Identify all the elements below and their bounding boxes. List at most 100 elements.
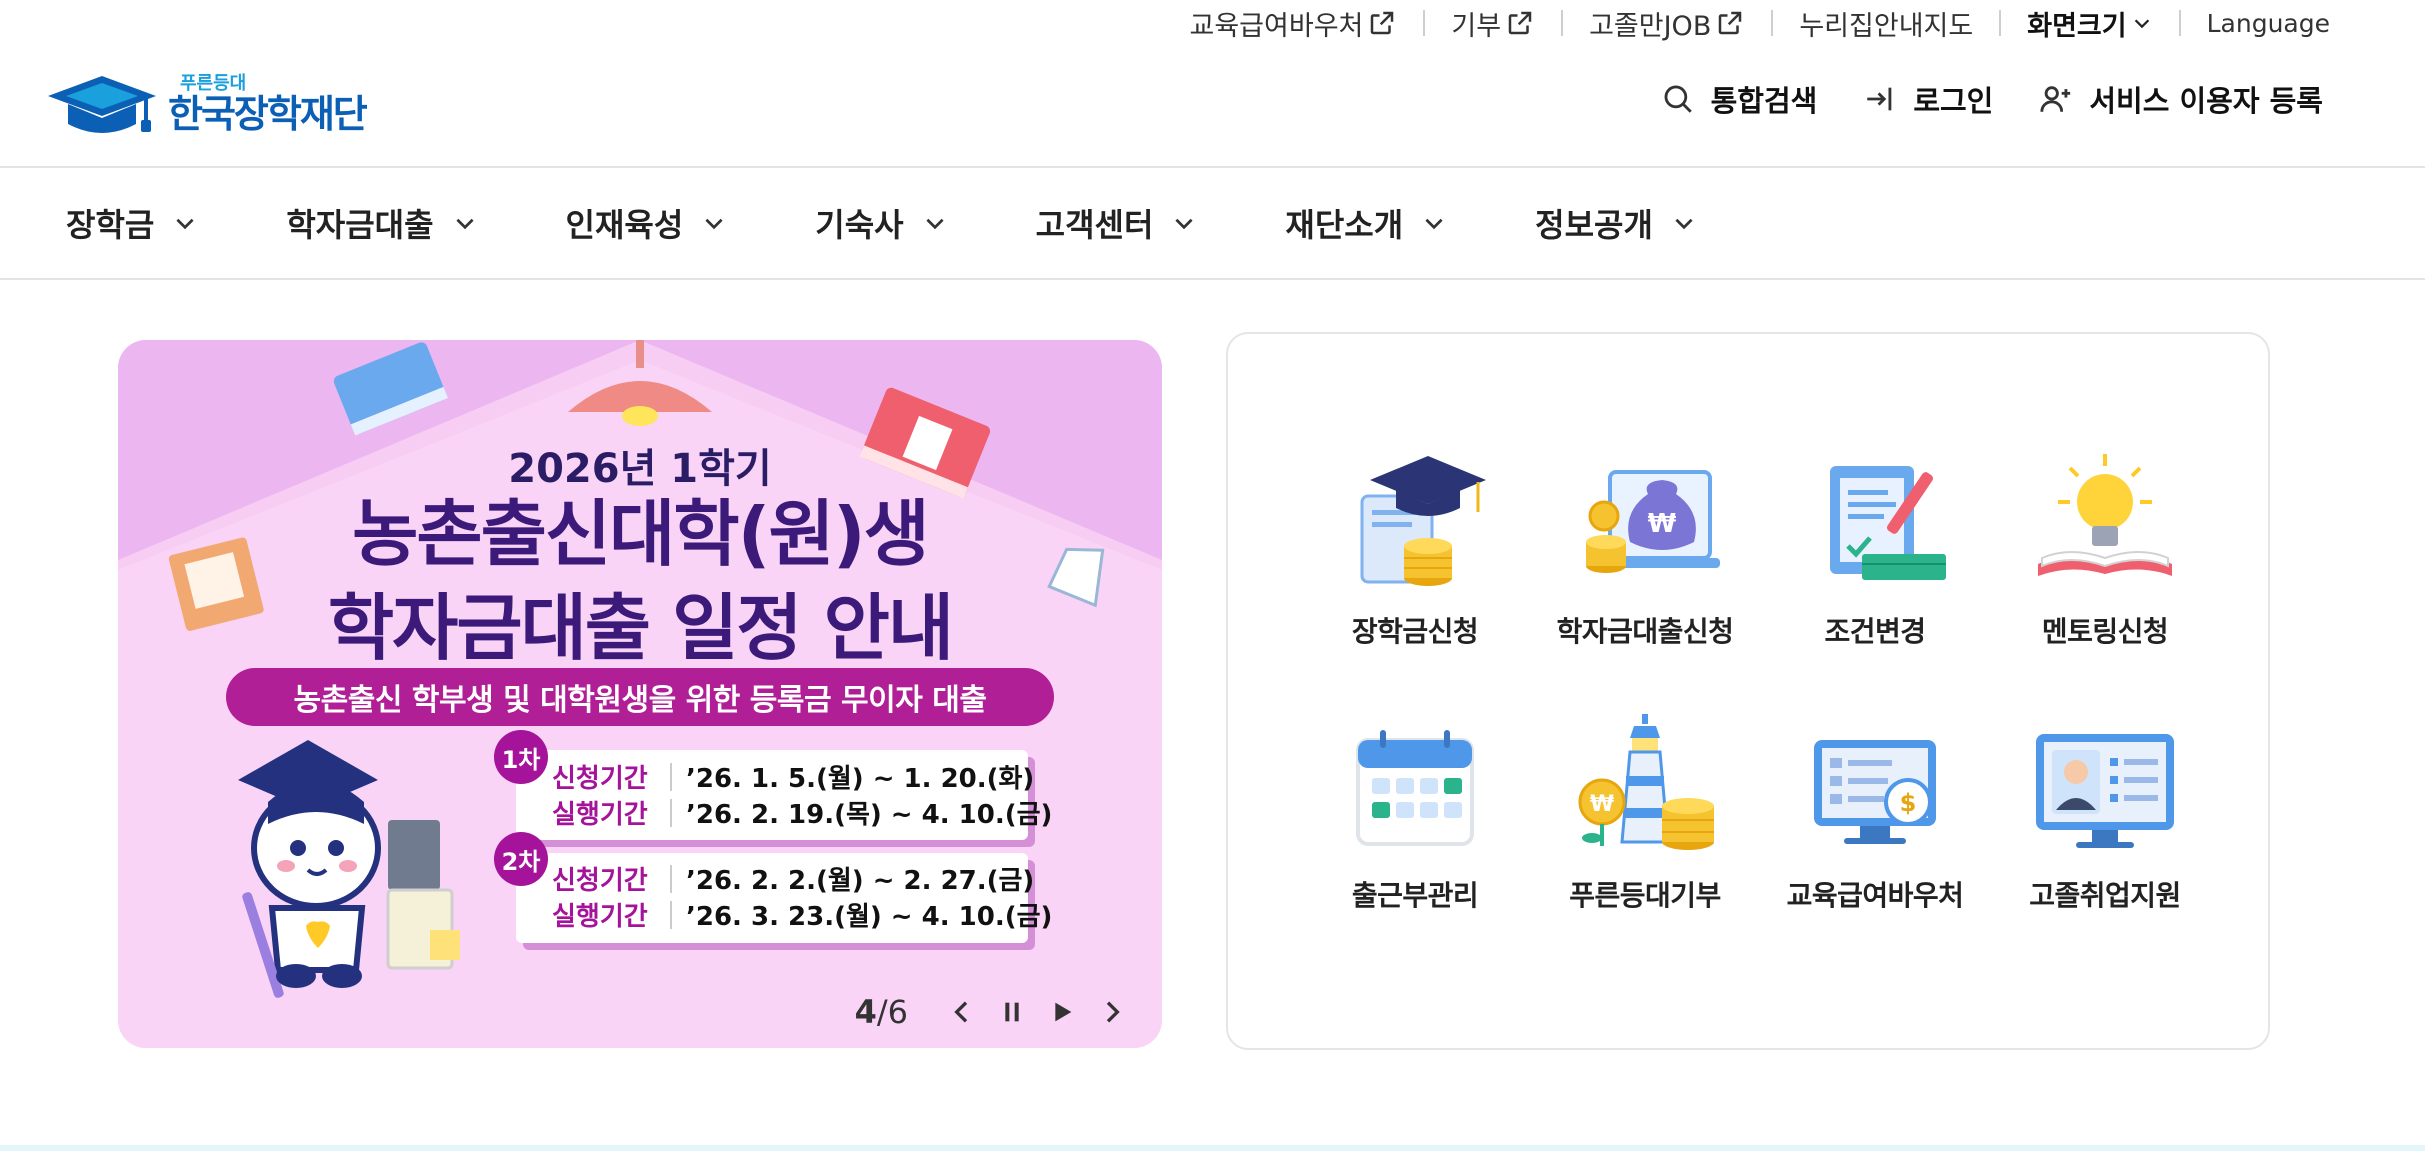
external-link-icon	[1719, 11, 1742, 35]
current-slide: 4	[854, 993, 877, 1031]
chevron-down-icon	[1425, 218, 1443, 230]
graduation-cap-coins-icon	[1360, 456, 1486, 586]
schedule-value: ’26. 2. 2.(월) ~ 2. 27.(금)	[686, 866, 1035, 896]
banner-subtitle-pill: 농촌출신 학부생 및 대학원생을 위한 등록금 무이자 대출	[226, 668, 1054, 726]
svg-text:₩: ₩	[1590, 792, 1614, 817]
main-navigation: 장학금 학자금대출 인재육성 기숙사 고객센터 재단소개 정보공개	[66, 168, 1697, 278]
language-selector[interactable]: Language	[2207, 9, 2330, 38]
login-icon	[1867, 87, 1892, 111]
schedule-divider	[670, 798, 672, 827]
util-link-high-school-job[interactable]: 고졸만JOB	[1589, 4, 1745, 43]
nav-item-label: 학자금대출	[286, 206, 434, 244]
nav-divider	[0, 278, 2425, 280]
nav-item-scholarship[interactable]: 장학금	[66, 200, 198, 246]
quick-scholarship-apply[interactable]: 장학금신청	[1300, 446, 1530, 650]
schedule-label: 실행기간	[552, 800, 648, 830]
nav-item-label: 인재육성	[565, 206, 684, 244]
screen-size-label: 화면크기	[2027, 10, 2127, 42]
quick-menu-label: 학자금대출신청	[1556, 615, 1734, 648]
lighthouse-coins-icon: ₩	[1578, 714, 1714, 850]
quick-high-school-job-support[interactable]: 고졸취업지원	[1990, 710, 2220, 914]
util-separator	[1771, 10, 1774, 36]
banner-title-line2: 학자금대출 일정 안내	[327, 586, 954, 670]
schedule-row: 실행기간 ’26. 3. 23.(월) ~ 4. 10.(금)	[552, 896, 1052, 933]
quick-lighthouse-donation[interactable]: ₩ 푸른등대기부	[1530, 710, 1760, 914]
nav-item-disclosure[interactable]: 정보공개	[1535, 200, 1697, 246]
schedule-divider	[670, 864, 672, 893]
search-label: 통합검색	[1710, 84, 1818, 118]
nav-item-label: 재단소개	[1285, 206, 1404, 244]
profile-monitor-icon	[2036, 734, 2174, 848]
quick-condition-change[interactable]: 조건변경	[1760, 446, 1990, 650]
util-link-education-voucher[interactable]: 교육급여바우처	[1190, 4, 1398, 43]
document-pen-icon	[1830, 466, 1946, 580]
next-slide-icon[interactable]	[1096, 996, 1128, 1028]
chevron-down-icon	[705, 218, 723, 230]
nav-item-label: 정보공개	[1535, 206, 1653, 244]
banner-title-line1: 농촌출신대학(원)생	[352, 492, 930, 576]
quick-mentoring-apply[interactable]: 멘토링신청	[1990, 446, 2220, 650]
schedule-value: ’26. 2. 19.(목) ~ 4. 10.(금)	[686, 800, 1053, 830]
chevron-down-icon	[455, 218, 474, 230]
schedule-divider	[670, 900, 672, 929]
util-link-donation[interactable]: 기부	[1451, 4, 1535, 43]
register-label: 서비스 이용자 등록	[2089, 84, 2323, 118]
schedule-label: 실행기간	[552, 902, 648, 932]
schedule-row: 신청기간 ’26. 2. 2.(월) ~ 2. 27.(금)	[552, 860, 1034, 897]
site-logo[interactable]: 푸른등대 한국장학재단	[46, 64, 386, 144]
prev-slide-icon[interactable]	[946, 996, 978, 1028]
nav-item-label: 고객센터	[1035, 206, 1154, 244]
main-banner-slide[interactable]: 2026년 1학기 농촌출신대학(원)생 학자금대출 일정 안내 농촌출신 학부…	[118, 340, 1162, 1048]
register-button[interactable]: 서비스 이용자 등록	[2039, 78, 2323, 120]
quick-menu-label: 멘토링신청	[2041, 615, 2169, 648]
quick-menu-label: 교육급여바우처	[1786, 879, 1964, 912]
nav-item-student-loan[interactable]: 학자금대출	[286, 200, 477, 246]
svg-text:₩: ₩	[1648, 509, 1677, 539]
nav-item-dormitory[interactable]: 기숙사	[815, 200, 947, 246]
chevron-down-icon	[1175, 218, 1193, 230]
search-icon	[1664, 85, 1692, 113]
user-plus-icon	[2040, 86, 2071, 112]
graduation-cap-logo-icon	[48, 76, 156, 133]
util-link-label: 누리집안내지도	[1799, 10, 1974, 42]
schedule-value: ’26. 1. 5.(월) ~ 1. 20.(화)	[686, 764, 1035, 794]
total-slides: /6	[876, 993, 908, 1031]
quick-education-voucher[interactable]: $ 교육급여바우처	[1760, 710, 1990, 914]
chevron-down-icon	[1675, 218, 1693, 230]
svg-text:$: $	[1900, 789, 1917, 817]
slide-page-indicator: 4/6	[855, 993, 908, 1031]
play-icon[interactable]	[1046, 996, 1078, 1028]
banner-controls: 4/6	[855, 986, 1128, 1038]
quick-attendance-management[interactable]: 출근부관리	[1300, 710, 1530, 914]
round1-badge: 1차	[494, 730, 548, 784]
schedule-row: 실행기간 ’26. 2. 19.(목) ~ 4. 10.(금)	[552, 794, 1052, 831]
external-link-icon	[1508, 11, 1532, 35]
quick-loan-apply[interactable]: ₩ 학자금대출신청	[1530, 446, 1760, 650]
nav-item-customer-center[interactable]: 고객센터	[1036, 200, 1198, 246]
quick-menu-card: 장학금신청 ₩ 학자금대출신청 조건변경 멘토링신청 출근부관리 ₩ 푸른등대기…	[1226, 332, 2270, 1050]
chevron-down-icon	[176, 218, 194, 230]
nav-item-about[interactable]: 재단소개	[1285, 200, 1447, 246]
monitor-dollar-icon: $	[1814, 740, 1936, 844]
logo-subtitle: 푸른등대	[180, 73, 247, 94]
external-link-icon	[1371, 11, 1394, 35]
quick-menu-grid: 장학금신청 ₩ 학자금대출신청 조건변경 멘토링신청 출근부관리 ₩ 푸른등대기…	[1300, 446, 2220, 914]
login-button[interactable]: 로그인	[1863, 78, 1993, 120]
pause-icon[interactable]	[996, 996, 1028, 1028]
calendar-icon	[1356, 730, 1474, 846]
nav-item-talent-development[interactable]: 인재육성	[566, 200, 728, 246]
chevron-down-icon	[2134, 19, 2149, 29]
banner-year: 2026년 1학기	[508, 446, 772, 492]
search-button[interactable]: 통합검색	[1661, 78, 1818, 120]
schedule-label: 신청기간	[552, 764, 648, 794]
quick-menu-label: 푸른등대기부	[1569, 879, 1721, 912]
util-link-sitemap[interactable]: 누리집안내지도	[1799, 4, 1973, 43]
bottom-section-edge	[0, 1145, 2425, 1151]
schedule-label: 신청기간	[552, 866, 648, 896]
round2-badge: 2차	[494, 832, 548, 886]
lightbulb-book-icon	[2038, 454, 2172, 576]
screen-size-dropdown[interactable]: 화면크기	[2027, 4, 2152, 43]
util-separator	[2178, 10, 2181, 36]
logo-text: 푸른등대 한국장학재단	[168, 73, 368, 134]
util-separator	[1423, 10, 1426, 36]
